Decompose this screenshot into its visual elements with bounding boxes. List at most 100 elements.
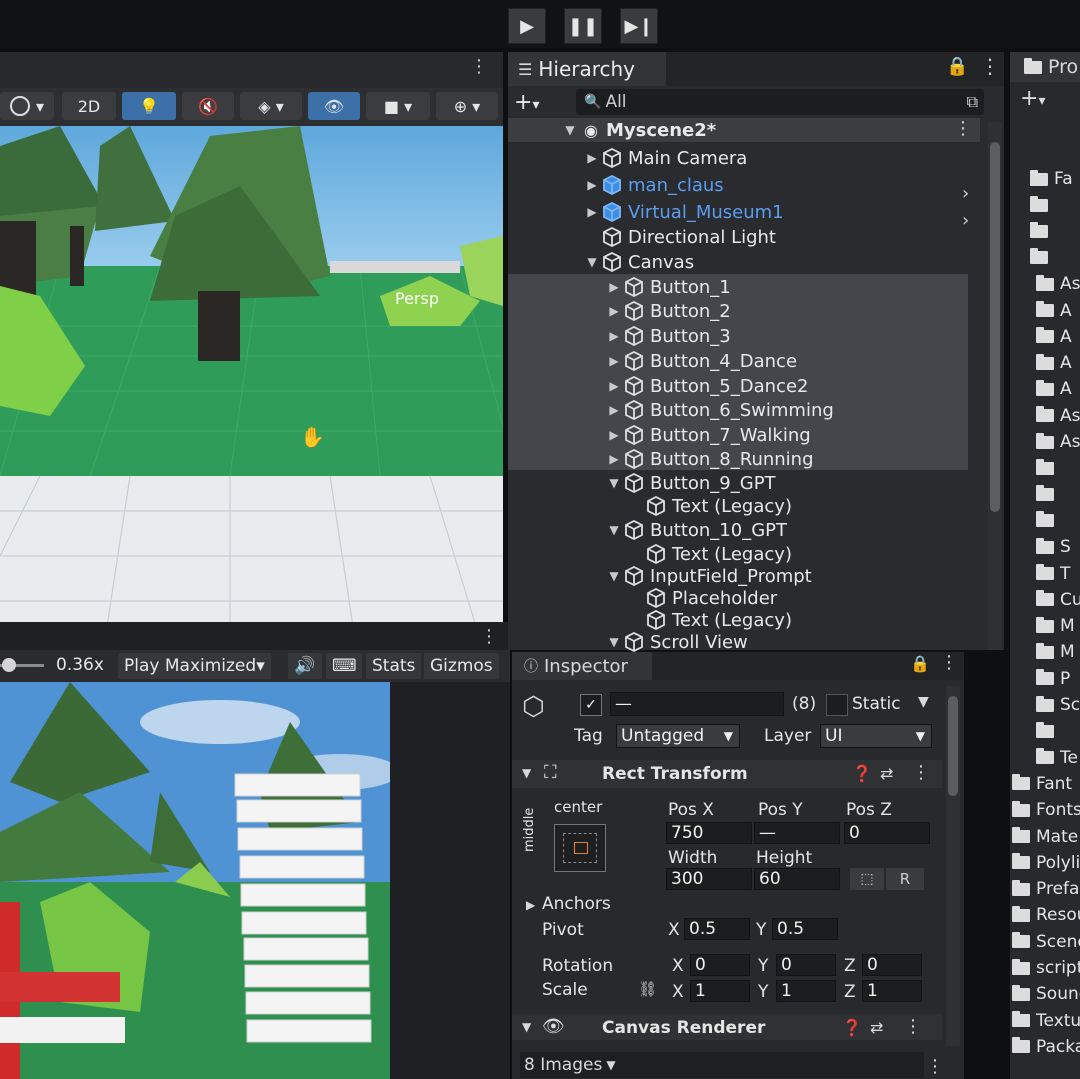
chevron-right-icon[interactable]: › bbox=[962, 183, 969, 204]
project-folder[interactable]: A bbox=[1036, 326, 1072, 348]
hierarchy-item[interactable]: ▶ Button_3 bbox=[606, 324, 730, 348]
lock-icon[interactable]: 🔒 bbox=[946, 56, 968, 77]
project-folder[interactable]: As bbox=[1036, 405, 1080, 427]
project-folder[interactable]: Fonts bbox=[1012, 799, 1080, 821]
hierarchy-item[interactable]: ▶ Button_4_Dance bbox=[606, 349, 797, 373]
play-button[interactable]: ▶ bbox=[508, 8, 546, 44]
project-folder[interactable]: Textur bbox=[1012, 1010, 1080, 1032]
game-ui-button[interactable] bbox=[246, 1019, 372, 1043]
hierarchy-item[interactable]: ▶ Button_5_Dance2 bbox=[606, 374, 808, 398]
tab-hierarchy[interactable]: ☰ Hierarchy bbox=[508, 52, 666, 86]
project-folder[interactable]: Sound bbox=[1012, 983, 1080, 1005]
hierarchy-item[interactable]: Directional Light bbox=[584, 225, 776, 249]
gizmos-button[interactable]: Gizmos bbox=[424, 653, 499, 679]
scrollbar-thumb[interactable] bbox=[990, 142, 1000, 512]
raw-edit-button[interactable]: R bbox=[886, 868, 924, 890]
chevron-right-icon[interactable]: ▶ bbox=[584, 205, 600, 219]
project-folder[interactable] bbox=[1036, 510, 1060, 532]
audio-toggle[interactable]: 🔇 bbox=[182, 92, 234, 120]
game-ui-button[interactable] bbox=[243, 937, 369, 961]
project-folder[interactable] bbox=[1036, 457, 1060, 479]
chevron-down-icon[interactable]: ▼ bbox=[606, 476, 622, 490]
chevron-right-icon[interactable]: ▶ bbox=[606, 379, 622, 393]
project-folder[interactable]: T bbox=[1036, 563, 1070, 585]
camera-dropdown[interactable]: ■ ▾ bbox=[366, 92, 430, 120]
scale-slider-handle[interactable] bbox=[2, 658, 16, 672]
scene-menu-icon[interactable]: ⋮ bbox=[470, 56, 490, 82]
project-folder[interactable] bbox=[1030, 221, 1054, 243]
project-folder[interactable]: S bbox=[1036, 536, 1071, 558]
tab-project[interactable]: Pro bbox=[1010, 52, 1080, 82]
help-icon[interactable]: ❓ bbox=[852, 764, 872, 783]
anchor-preset-button[interactable] bbox=[554, 824, 606, 872]
project-folder[interactable]: Sc bbox=[1036, 694, 1080, 716]
scene-visibility-toggle[interactable]: 👁 bbox=[308, 92, 360, 120]
project-folder[interactable] bbox=[1036, 484, 1060, 506]
tab-inspector[interactable]: ⓘ Inspector bbox=[512, 652, 652, 680]
game-viewport[interactable] bbox=[0, 682, 390, 1079]
active-checkbox[interactable]: ✓ bbox=[580, 694, 602, 716]
search-input[interactable]: All bbox=[605, 92, 626, 112]
project-folder[interactable]: As bbox=[1036, 431, 1080, 453]
create-button[interactable]: +▾ bbox=[1020, 86, 1045, 111]
pivot-x-field[interactable]: 0.5 bbox=[684, 918, 750, 940]
lighting-toggle[interactable]: 💡 bbox=[122, 92, 176, 120]
hierarchy-item[interactable]: ▼ Button_9_GPT bbox=[606, 471, 775, 495]
project-folder[interactable] bbox=[1030, 194, 1054, 216]
project-folder[interactable] bbox=[1030, 247, 1054, 269]
pause-button[interactable]: ❚❚ bbox=[564, 8, 602, 44]
project-folder[interactable]: Resou bbox=[1012, 904, 1080, 926]
preset-icon[interactable]: ⇄ bbox=[870, 1018, 883, 1037]
create-button[interactable]: +▾ bbox=[514, 90, 539, 115]
chevron-down-icon[interactable]: ▼ bbox=[606, 523, 622, 537]
hierarchy-item[interactable]: Text (Legacy) bbox=[628, 608, 792, 632]
project-folder[interactable]: P bbox=[1036, 668, 1070, 690]
hierarchy-search[interactable]: 🔍 All ⧉ bbox=[576, 89, 984, 115]
project-folder[interactable]: Fant bbox=[1012, 773, 1072, 795]
help-icon[interactable]: ❓ bbox=[842, 1018, 862, 1037]
chevron-down-icon[interactable]: ▼ bbox=[562, 123, 578, 137]
audio-button[interactable]: 🔊 bbox=[288, 653, 322, 679]
persp-label[interactable]: Persp bbox=[395, 289, 439, 308]
inspector-menu-icon[interactable]: ⋮ bbox=[940, 652, 958, 673]
chevron-down-icon[interactable]: ▼ bbox=[584, 255, 600, 269]
chevron-down-icon[interactable]: ▼ bbox=[522, 1020, 531, 1034]
static-checkbox[interactable] bbox=[826, 694, 848, 716]
game-ui-button[interactable] bbox=[244, 964, 370, 988]
preset-icon[interactable]: ⇄ bbox=[880, 764, 893, 783]
chevron-down-icon[interactable]: ▼ bbox=[606, 569, 622, 583]
hierarchy-item[interactable]: Text (Legacy) bbox=[628, 542, 792, 566]
images-dropdown[interactable]: 8 Images ▼ bbox=[524, 1054, 616, 1076]
project-folder[interactable]: M bbox=[1036, 615, 1075, 637]
preview-menu-icon[interactable]: ⋮ bbox=[926, 1056, 944, 1077]
hierarchy-item[interactable]: ▶ Main Camera bbox=[584, 146, 747, 170]
pivot-y-field[interactable]: 0.5 bbox=[772, 918, 838, 940]
pos-y-field[interactable]: — bbox=[754, 822, 840, 844]
pos-x-field[interactable]: 750 bbox=[666, 822, 752, 844]
hierarchy-item[interactable]: ▶ Button_6_Swimming bbox=[606, 398, 833, 422]
component-menu-icon[interactable]: ⋮ bbox=[904, 1016, 922, 1037]
project-folder[interactable]: A bbox=[1036, 300, 1072, 322]
rot-x-field[interactable]: 0 bbox=[690, 954, 750, 976]
game-ui-button[interactable] bbox=[237, 827, 363, 851]
hierarchy-item[interactable]: ▶ Button_7_Walking bbox=[606, 423, 810, 447]
project-folder[interactable]: Mate bbox=[1012, 826, 1078, 848]
hierarchy-scrollbar[interactable] bbox=[988, 122, 1002, 650]
inspector-scrollbar[interactable] bbox=[946, 686, 960, 1046]
hierarchy-item[interactable]: ▶ Button_2 bbox=[606, 299, 730, 323]
step-button[interactable]: ▶❙ bbox=[620, 8, 658, 44]
effects-dropdown[interactable]: ◈ ▾ bbox=[240, 92, 302, 120]
chevron-right-icon[interactable]: ▶ bbox=[606, 428, 622, 442]
project-folder[interactable]: Cul bbox=[1036, 589, 1080, 611]
project-folder[interactable] bbox=[1036, 720, 1060, 742]
component-menu-icon[interactable]: ⋮ bbox=[912, 762, 930, 783]
chevron-right-icon[interactable]: ▶ bbox=[606, 329, 622, 343]
hierarchy-menu-icon[interactable]: ⋮ bbox=[980, 54, 1000, 78]
chevron-down-icon[interactable]: ▼ bbox=[522, 766, 531, 780]
project-folder[interactable]: M bbox=[1036, 641, 1075, 663]
project-folder[interactable]: A bbox=[1036, 378, 1072, 400]
tag-dropdown[interactable]: Untagged ▼ bbox=[616, 724, 740, 748]
chevron-down-icon[interactable]: ▼ bbox=[918, 694, 929, 710]
height-field[interactable]: 60 bbox=[754, 868, 840, 890]
hierarchy-item[interactable]: ▶ Button_1 bbox=[606, 275, 730, 299]
